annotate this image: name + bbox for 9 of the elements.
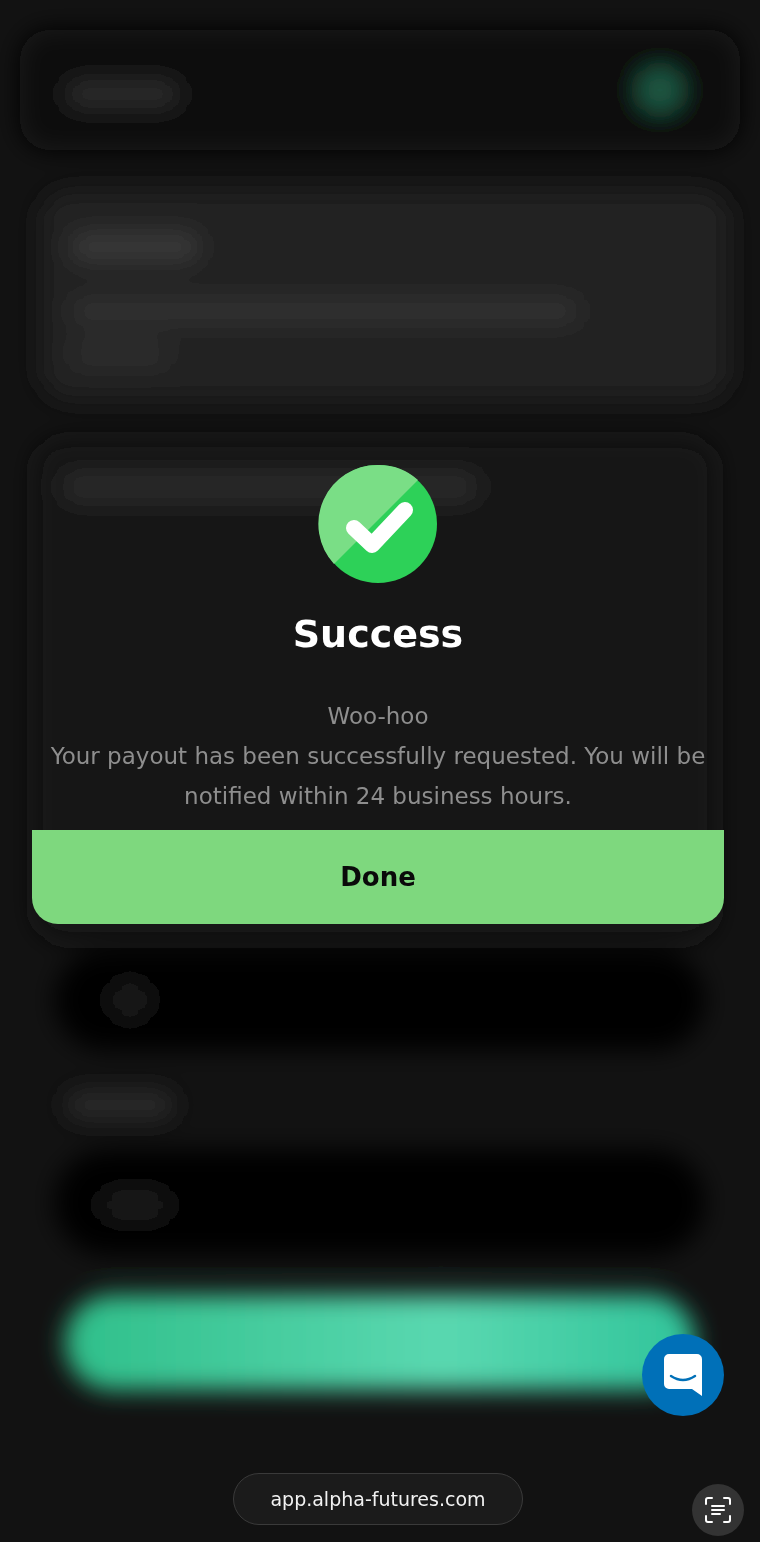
dialog-title: Success [292, 612, 464, 658]
message-text: Your payout has been successfully requested. You will be notified within 24 business hours. [49, 741, 707, 811]
scan-text-icon [704, 1496, 732, 1524]
done-button[interactable]: Done [32, 829, 724, 924]
message-heading: Woo-hoo [327, 701, 429, 731]
success-check-icon [318, 464, 438, 584]
scan-text-button[interactable] [692, 1484, 744, 1536]
url-bar[interactable]: app.alpha-futures.com [233, 1473, 523, 1525]
chat-bubble-icon [664, 1354, 702, 1396]
